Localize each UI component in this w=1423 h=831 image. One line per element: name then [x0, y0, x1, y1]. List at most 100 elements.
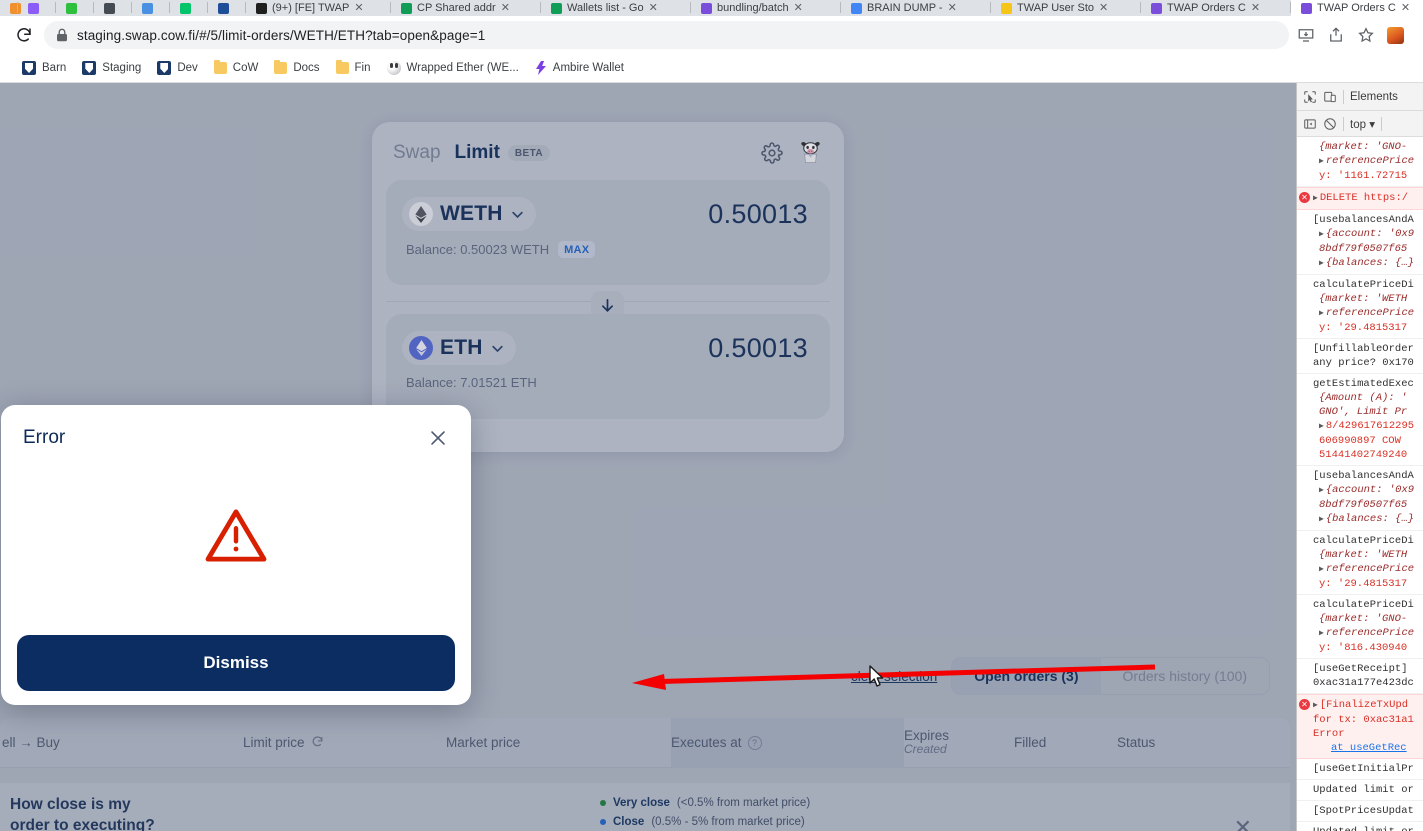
console-log-text: [useGetInitialPr — [1313, 763, 1414, 775]
console-log-text: [usebalancesAndA — [1313, 470, 1414, 482]
tab-favicon — [401, 3, 412, 14]
console-log-list[interactable]: {market: 'GNO- ▶ referencePrice y: '1161.72… — [1297, 137, 1423, 831]
console-log-entry[interactable]: getEstimatedExec {Amount (A): ' GNO', Limi… — [1297, 374, 1423, 466]
console-log-entry[interactable]: ✕ ▶ [FinalizeTxUpd for tx: 0xac31a1 Error at … — [1297, 694, 1423, 759]
inspect-element-icon[interactable] — [1303, 90, 1317, 104]
console-log-entry[interactable]: {market: 'GNO- ▶ referencePrice y: '1161.72… — [1297, 137, 1423, 187]
tab-close-icon[interactable]: ✕ — [649, 2, 658, 14]
console-log-entry[interactable]: Updated limit or — [1297, 822, 1423, 831]
console-log-line: 606990897 COW — [1313, 434, 1421, 448]
browser-tab[interactable]: BRAIN DUMP - ✕ — [841, 0, 991, 16]
expand-triangle-icon[interactable]: ▶ — [1313, 701, 1318, 710]
browser-tab[interactable] — [94, 0, 132, 16]
console-log-entry[interactable]: [SpotPricesUpdat — [1297, 801, 1423, 822]
console-log-line: ▶ {balances: {…} — [1313, 256, 1421, 271]
console-log-text: Updated limit or — [1313, 826, 1414, 831]
close-icon[interactable] — [427, 427, 449, 449]
bookmark-item[interactable]: Fin — [328, 60, 379, 76]
address-bar[interactable]: staging.swap.cow.fi/#/5/limit-orders/WET… — [44, 21, 1289, 49]
console-log-entry[interactable]: ✕ ▶ DELETE https:/ — [1297, 187, 1423, 210]
browser-tab[interactable] — [18, 0, 56, 16]
console-log-text: {market: 'GNO- — [1319, 613, 1408, 625]
bookmark-item[interactable]: Docs — [266, 60, 327, 76]
folder-icon — [213, 60, 227, 74]
install-icon[interactable] — [1297, 26, 1315, 44]
browser-tab[interactable]: TWAP Orders C ✕ — [1291, 0, 1423, 16]
modal-title: Error — [23, 427, 66, 448]
bookmark-label: Ambire Wallet — [552, 62, 624, 74]
devtools-tab-elements[interactable]: Elements — [1350, 91, 1398, 103]
expand-triangle-icon[interactable]: ▶ — [1319, 565, 1324, 574]
expand-triangle-icon[interactable]: ▶ — [1319, 157, 1324, 166]
tab-close-icon[interactable]: ✕ — [1401, 2, 1410, 14]
bookmark-label: Docs — [293, 62, 320, 74]
expand-triangle-icon[interactable]: ▶ — [1319, 309, 1324, 318]
bookmark-label: Barn — [42, 62, 67, 74]
tab-favicon — [180, 3, 191, 14]
device-toggle-icon[interactable] — [1323, 90, 1337, 104]
browser-tab[interactable] — [0, 0, 21, 16]
bookmark-item[interactable]: Ambire Wallet — [527, 59, 632, 77]
reload-button[interactable] — [10, 21, 38, 49]
expand-triangle-icon[interactable]: ▶ — [1319, 259, 1324, 268]
tab-close-icon[interactable]: ✕ — [354, 2, 363, 14]
bookmark-star-icon[interactable] — [1357, 26, 1375, 44]
browser-tab[interactable] — [170, 0, 208, 16]
console-log-entry[interactable]: Updated limit or — [1297, 780, 1423, 801]
console-log-line: y: '29.4815317 — [1313, 577, 1421, 591]
tab-close-icon[interactable]: ✕ — [501, 2, 510, 14]
share-icon[interactable] — [1327, 26, 1345, 44]
console-log-entry[interactable]: [useGetReceipt] 0xac31a177e423dc — [1297, 659, 1423, 694]
tab-favicon — [218, 3, 229, 14]
console-log-line: Error — [1313, 727, 1421, 741]
console-log-line: Updated limit or — [1313, 825, 1421, 831]
console-log-entry[interactable]: [usebalancesAndA ▶ {account: '0x9 8bdf79f05… — [1297, 210, 1423, 275]
browser-tab[interactable]: (9+) [FE] TWAP ✕ — [246, 0, 391, 16]
warning-triangle-icon — [205, 508, 267, 562]
lock-icon — [57, 28, 67, 42]
dismiss-button[interactable]: Dismiss — [17, 635, 455, 691]
bookmark-item[interactable]: Dev — [149, 59, 205, 77]
browser-tab[interactable]: TWAP User Sto ✕ — [991, 0, 1141, 16]
browser-tab[interactable]: bundling/batch ✕ — [691, 0, 841, 16]
expand-triangle-icon[interactable]: ▶ — [1319, 230, 1324, 239]
bookmark-item[interactable]: Staging — [74, 59, 149, 77]
browser-tab[interactable] — [132, 0, 170, 16]
sidebar-toggle-icon[interactable] — [1303, 117, 1317, 131]
console-log-text: y: '816.430940 — [1319, 642, 1408, 654]
console-log-entry[interactable]: [usebalancesAndA ▶ {account: '0x9 8bdf79f05… — [1297, 466, 1423, 531]
expand-triangle-icon[interactable]: ▶ — [1319, 629, 1324, 638]
browser-tab[interactable] — [208, 0, 246, 16]
console-log-entry[interactable]: calculatePriceDi {market: 'WETH ▶ reference… — [1297, 531, 1423, 595]
tab-close-icon[interactable]: ✕ — [948, 2, 957, 14]
console-context-selector[interactable]: top ▾ — [1350, 117, 1375, 131]
error-modal: Error Dismiss — [1, 405, 471, 705]
console-log-text: referencePrice — [1325, 155, 1415, 167]
browser-tab[interactable]: CP Shared addr ✕ — [391, 0, 541, 16]
console-log-text: {account: '0x9 — [1325, 228, 1415, 240]
tab-close-icon[interactable]: ✕ — [794, 2, 803, 14]
console-log-entry[interactable]: calculatePriceDi {market: 'WETH ▶ reference… — [1297, 275, 1423, 339]
bookmark-item[interactable]: CoW — [206, 60, 267, 76]
bookmark-item[interactable]: Barn — [14, 59, 74, 77]
console-log-entry[interactable]: calculatePriceDi {market: 'GNO- ▶ reference… — [1297, 595, 1423, 659]
expand-triangle-icon[interactable]: ▶ — [1319, 515, 1324, 524]
expand-triangle-icon[interactable]: ▶ — [1319, 422, 1324, 431]
console-log-entry[interactable]: [useGetInitialPr — [1297, 759, 1423, 780]
expand-triangle-icon[interactable]: ▶ — [1313, 194, 1318, 203]
console-log-line: any price? 0x170 — [1313, 356, 1421, 370]
bookmark-item[interactable]: Wrapped Ether (WE... — [379, 59, 527, 77]
tab-close-icon[interactable]: ✕ — [1251, 2, 1260, 14]
console-log-entry[interactable]: [UnfillableOrder any price? 0x170 — [1297, 339, 1423, 374]
browser-tab[interactable] — [56, 0, 94, 16]
metamask-fox-icon[interactable] — [1387, 26, 1404, 44]
browser-tab[interactable]: TWAP Orders C ✕ — [1141, 0, 1291, 16]
tab-close-icon[interactable]: ✕ — [1099, 2, 1108, 14]
expand-triangle-icon[interactable]: ▶ — [1319, 486, 1324, 495]
clear-console-icon[interactable] — [1323, 117, 1337, 131]
console-log-text: 0xac31a177e423dc — [1313, 677, 1414, 689]
console-log-text: [usebalancesAndA — [1313, 214, 1414, 226]
console-log-line: GNO', Limit Pr — [1313, 405, 1421, 419]
console-log-line: [useGetInitialPr — [1313, 762, 1421, 776]
browser-tab[interactable]: Wallets list - Go ✕ — [541, 0, 691, 16]
